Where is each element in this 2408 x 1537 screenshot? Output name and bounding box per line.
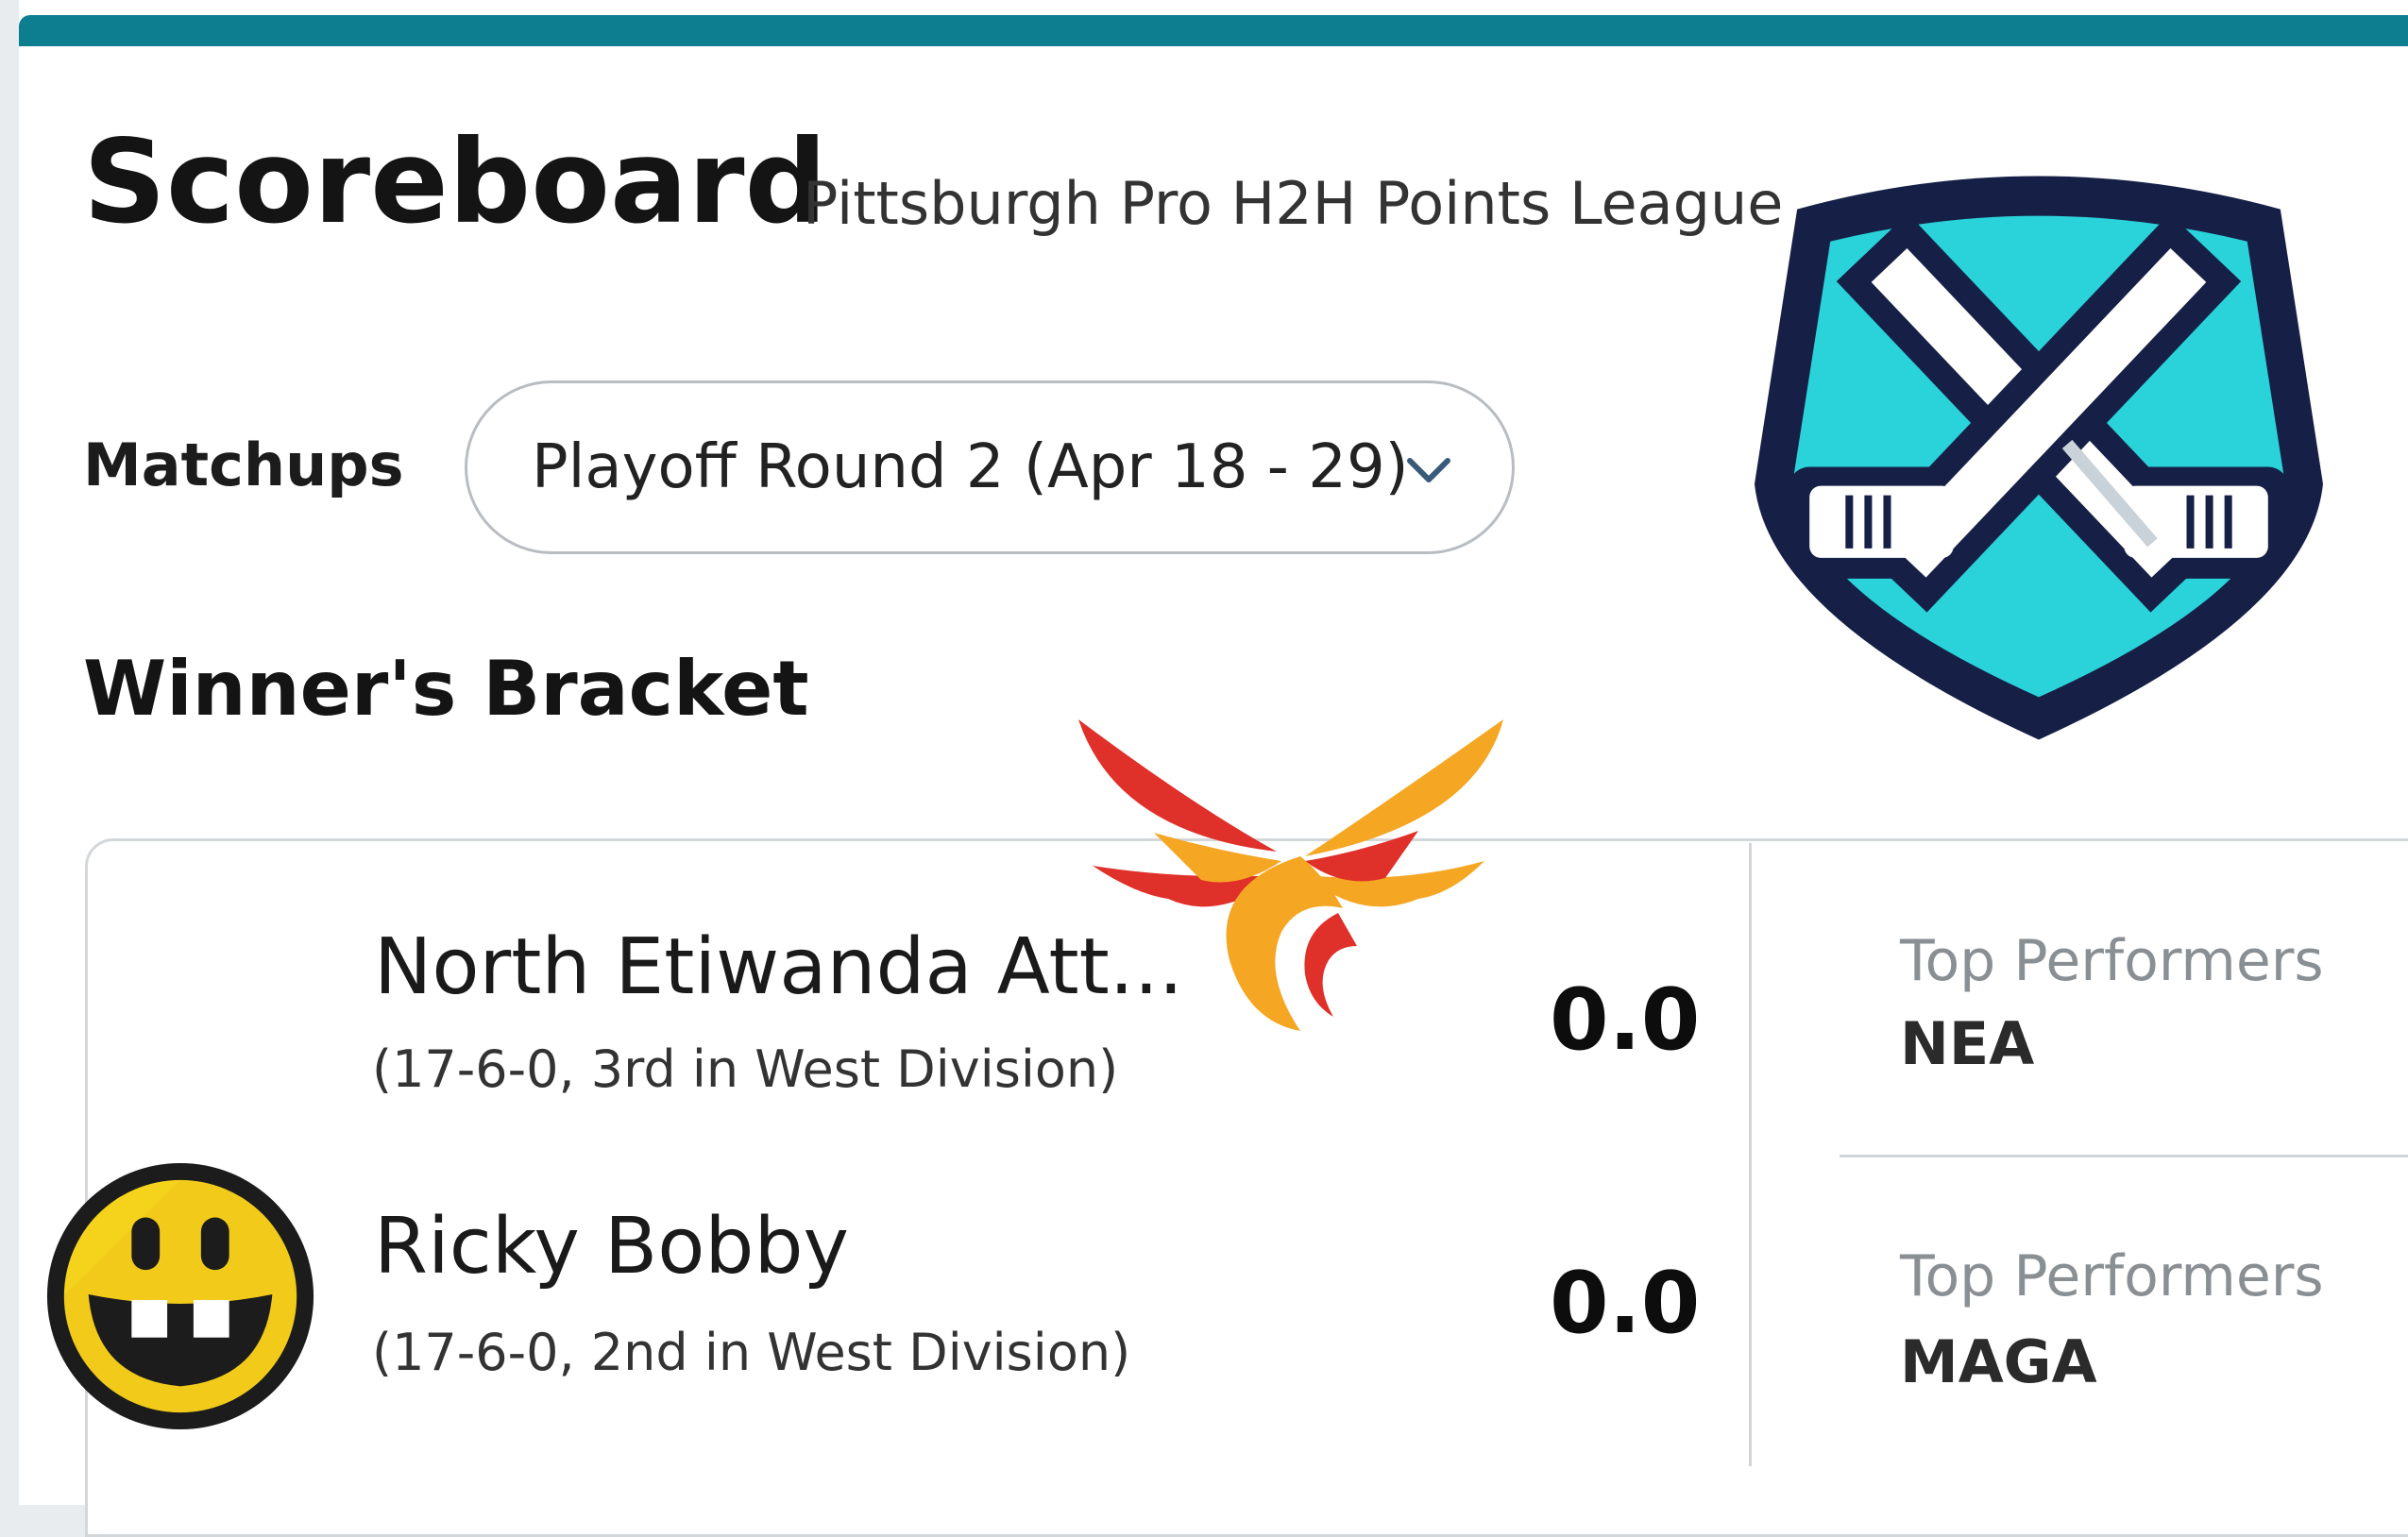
top-performers-label: Top Performers [1900,928,2324,994]
accent-top-bar [19,15,2408,46]
crossed-hockey-sticks-shield-logo [1755,176,2323,740]
matchup-period-value: Playoff Round 2 (Apr 18 - 29) [532,432,1409,502]
bracket-title: Winner's Bracket [83,645,809,733]
team-record: (17-6-0, 3rd in West Division) [372,1039,1119,1099]
top-performers-value[interactable]: MAGA [1900,1333,2097,1392]
team-name[interactable]: North Etiwanda Att... [374,929,1183,1006]
chevron-down-icon [1407,458,1450,482]
team-score: 0.0 [1550,1254,1701,1353]
grinning-face-logo [46,1162,314,1430]
matchups-label: Matchups [83,431,404,499]
top-performers-value[interactable]: NEA [1900,1015,2034,1073]
team-score: 0.0 [1550,971,1701,1070]
card-vertical-divider [1749,843,1752,1466]
team-record: (17-6-0, 2nd in West Division) [372,1323,1131,1382]
top-performers-divider [1840,1155,2408,1157]
league-name[interactable]: Pittsburgh Pro H2H Points League [803,175,1783,233]
matchup-period-dropdown[interactable]: Playoff Round 2 (Apr 18 - 29) [465,380,1515,554]
top-performers-label: Top Performers [1900,1243,2324,1309]
page-title: Scoreboard [83,115,827,249]
team-name[interactable]: Ricky Bobby [374,1208,849,1286]
